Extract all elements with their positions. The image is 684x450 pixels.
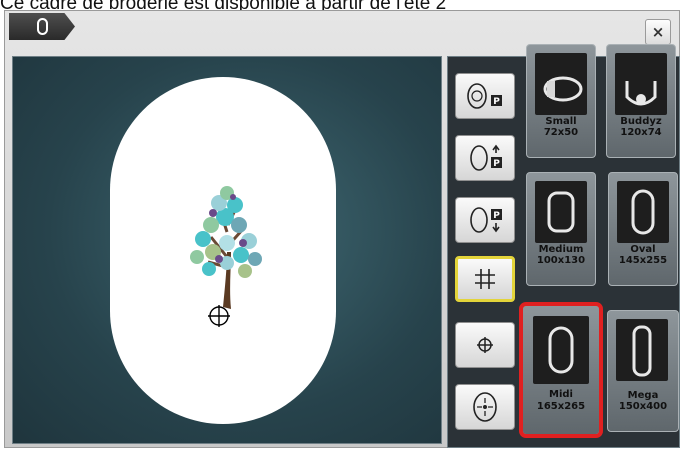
hoop-name: Mega: [627, 390, 659, 401]
hoop-park-up-icon: P: [470, 144, 502, 171]
hoop-small-image: [535, 53, 587, 115]
hoop-size: 150x400: [618, 401, 668, 412]
move-center-icon: [473, 392, 497, 422]
park-badge-3: P: [493, 211, 500, 221]
hoop-card-oval[interactable]: Oval 145x255: [608, 172, 678, 286]
hoop-size: 165x265: [536, 401, 586, 412]
hoop-park-down-icon: P: [470, 207, 502, 233]
close-button[interactable]: ×: [645, 19, 671, 45]
hoop-outline-icon: [37, 18, 48, 35]
hoop-name: Oval: [630, 244, 656, 255]
hoop-name: Small: [545, 116, 577, 127]
hoop-size: 100x130: [536, 255, 586, 266]
hoop-card-mega[interactable]: Mega 150x400: [607, 310, 679, 432]
move-center-button[interactable]: [455, 384, 515, 430]
hoop-card-midi[interactable]: Midi 165x265: [519, 302, 603, 438]
hoop-buddyz-image: [615, 53, 667, 115]
hoop-midi-image: [533, 316, 589, 384]
hoop-card-small[interactable]: Small 72x50: [526, 44, 596, 158]
move-hoop-park-button[interactable]: P: [455, 73, 515, 119]
hoop-tab[interactable]: [9, 13, 75, 40]
hoop-size: 145x255: [618, 255, 668, 266]
hoop-medium-image: [535, 181, 587, 243]
tree-design: [190, 186, 262, 327]
center-crosshair-icon: [477, 337, 493, 353]
grid-button[interactable]: [455, 256, 515, 302]
hoop-name: Medium: [538, 244, 584, 255]
move-hoop-park-icon: P: [467, 83, 502, 109]
center-crosshair-button[interactable]: [455, 322, 515, 368]
grid-icon: [475, 269, 495, 289]
needle-position-crosshair: [208, 305, 230, 327]
hoop-name: Buddyz: [620, 116, 662, 127]
park-badge-2: P: [493, 159, 500, 169]
hoop-name: Midi: [549, 389, 573, 400]
park-badge-1: P: [493, 97, 500, 107]
hoop-mega-image: [616, 319, 668, 381]
hoop-card-buddyz[interactable]: Buddyz 120x74: [606, 44, 676, 158]
hoop-size: 120x74: [620, 127, 662, 138]
hoop-card-medium[interactable]: Medium 100x130: [526, 172, 596, 286]
embroidery-preview: [12, 56, 442, 444]
hoop-size: 72x50: [543, 127, 579, 138]
hoop-park-up-button[interactable]: P: [455, 135, 515, 181]
hoop-oval-image: [617, 181, 669, 243]
hoop-park-down-button[interactable]: P: [455, 197, 515, 243]
